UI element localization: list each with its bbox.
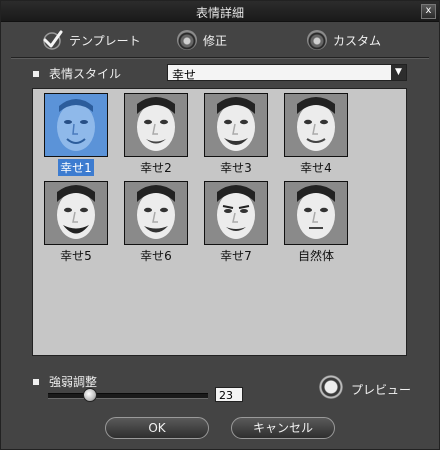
- face-thumbnail-neutral[interactable]: [284, 181, 348, 245]
- face-thumbnail-happy-1[interactable]: [44, 93, 108, 157]
- mode-modify-label: 修正: [203, 33, 228, 48]
- expression-style-select[interactable]: 幸せ ▼: [167, 64, 407, 82]
- mode-custom[interactable]: カスタム: [307, 27, 381, 53]
- thumbnail-label: 幸せ1: [58, 159, 94, 176]
- thumbnail-label: 自然体: [297, 249, 334, 263]
- thumbnail-item[interactable]: 自然体: [282, 181, 350, 264]
- chevron-down-icon[interactable]: ▼: [391, 65, 406, 80]
- close-button[interactable]: x: [421, 4, 436, 19]
- mode-custom-label: カスタム: [333, 33, 382, 48]
- face-image: [205, 182, 267, 244]
- face-thumbnail-happy-4[interactable]: [284, 93, 348, 157]
- close-icon: x: [425, 5, 432, 16]
- divider: [11, 57, 429, 59]
- face-thumbnail-happy-2[interactable]: [124, 93, 188, 157]
- face-thumbnail-happy-7[interactable]: [204, 181, 268, 245]
- thumbnail-label: 幸せ7: [220, 249, 252, 263]
- checkmark-icon: [43, 30, 63, 50]
- intensity-value-field[interactable]: 23: [215, 387, 243, 402]
- bullet-icon: [33, 378, 39, 385]
- bullet-icon: [33, 70, 39, 77]
- title-bar[interactable]: 表情詳細 x: [1, 1, 439, 22]
- expression-detail-dialog: 表情詳細 x テンプレート 修正 カスタム 表情スタイル 幸せ ▼ 幸せ1 幸せ…: [0, 0, 440, 450]
- mode-template[interactable]: テンプレート: [41, 27, 141, 53]
- mode-modify[interactable]: 修正: [177, 27, 227, 53]
- face-image: [205, 94, 267, 156]
- face-image: [125, 182, 187, 244]
- expression-thumbnail-grid: 幸せ1 幸せ2 幸せ3 幸せ4 幸せ5 幸せ6 幸せ7 自然体: [32, 88, 407, 356]
- face-thumbnail-happy-6[interactable]: [124, 181, 188, 245]
- intensity-slider-handle[interactable]: [83, 388, 97, 402]
- face-image: [45, 182, 107, 244]
- thumbnail-label: 幸せ6: [140, 249, 172, 263]
- radio-icon: [177, 30, 197, 50]
- face-thumbnail-happy-3[interactable]: [204, 93, 268, 157]
- thumbnail-item[interactable]: 幸せ7: [202, 181, 270, 264]
- face-thumbnail-happy-5[interactable]: [44, 181, 108, 245]
- thumbnail-item[interactable]: 幸せ2: [122, 93, 190, 176]
- window-title: 表情詳細: [195, 6, 244, 20]
- mode-template-label: テンプレート: [69, 33, 141, 48]
- radio-icon: [307, 30, 327, 50]
- thumbnail-label: 幸せ2: [140, 161, 172, 175]
- thumbnail-item[interactable]: 幸せ6: [122, 181, 190, 264]
- eye-icon[interactable]: [319, 375, 343, 399]
- thumbnail-label: 幸せ4: [300, 161, 332, 175]
- face-image: [125, 94, 187, 156]
- cancel-button[interactable]: キャンセル: [231, 417, 335, 439]
- thumbnail-label: 幸せ5: [60, 249, 92, 263]
- expression-style-label: 表情スタイル: [49, 67, 122, 81]
- ok-button[interactable]: OK: [105, 417, 209, 439]
- face-image: [285, 94, 347, 156]
- face-image: [285, 182, 347, 244]
- mode-selector: テンプレート 修正 カスタム: [1, 27, 439, 55]
- expression-style-value: 幸せ: [172, 68, 197, 82]
- thumbnail-label: 幸せ3: [220, 161, 252, 175]
- expression-style-heading: 表情スタイル: [33, 65, 121, 82]
- preview-label[interactable]: プレビュー: [351, 381, 411, 398]
- thumbnail-item[interactable]: 幸せ1: [42, 93, 110, 176]
- thumbnail-item[interactable]: 幸せ5: [42, 181, 110, 264]
- intensity-slider-track[interactable]: [48, 393, 208, 399]
- thumbnail-item[interactable]: 幸せ4: [282, 93, 350, 176]
- thumbnail-item[interactable]: 幸せ3: [202, 93, 270, 176]
- face-image: [45, 94, 107, 156]
